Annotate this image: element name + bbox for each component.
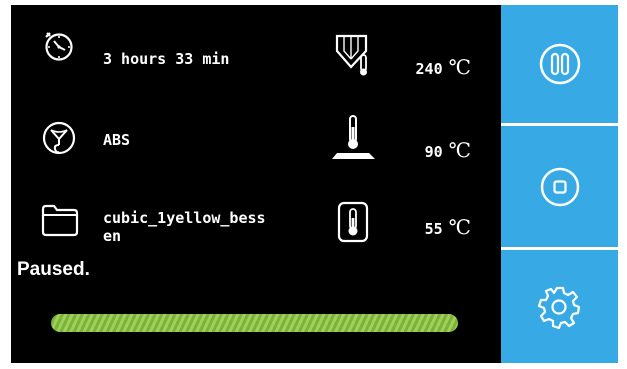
- folder-icon: [41, 204, 79, 237]
- print-status-panel: 3 hours 33 min ABS cubic_1yellow_bess en…: [11, 5, 501, 363]
- action-sidebar: [501, 5, 618, 363]
- pause-icon: [539, 43, 580, 85]
- nozzle-temperature: 240 ℃: [401, 55, 471, 79]
- pause-button[interactable]: [501, 5, 618, 123]
- chamber-temperature-value: 55: [424, 220, 443, 238]
- stopwatch-icon: [45, 32, 73, 61]
- chamber-temperature-unit: ℃: [448, 215, 471, 239]
- stop-icon: [540, 167, 579, 206]
- nozzle-temperature-value: 240: [415, 60, 443, 78]
- settings-button[interactable]: [501, 250, 618, 363]
- filament-spool-icon: [42, 121, 76, 155]
- time-remaining: 3 hours 33 min: [103, 50, 230, 68]
- bed-temperature-unit: ℃: [448, 138, 471, 162]
- progress-bar: [51, 314, 458, 332]
- nozzle-temperature-icon: [335, 34, 368, 76]
- print-status: Paused.: [17, 259, 90, 280]
- bed-temperature-value: 90: [424, 143, 443, 161]
- heated-bed-icon: [332, 115, 375, 159]
- progress-fill: [51, 314, 458, 332]
- gear-icon: [537, 286, 580, 329]
- bed-temperature: 90 ℃: [401, 138, 471, 162]
- material-label: ABS: [103, 131, 131, 149]
- nozzle-temperature-unit: ℃: [448, 55, 471, 79]
- stop-button[interactable]: [501, 126, 618, 247]
- file-name: cubic_1yellow_bess en: [103, 209, 266, 245]
- chamber-temperature: 55 ℃: [401, 215, 471, 239]
- chamber-thermometer-icon: [337, 201, 369, 243]
